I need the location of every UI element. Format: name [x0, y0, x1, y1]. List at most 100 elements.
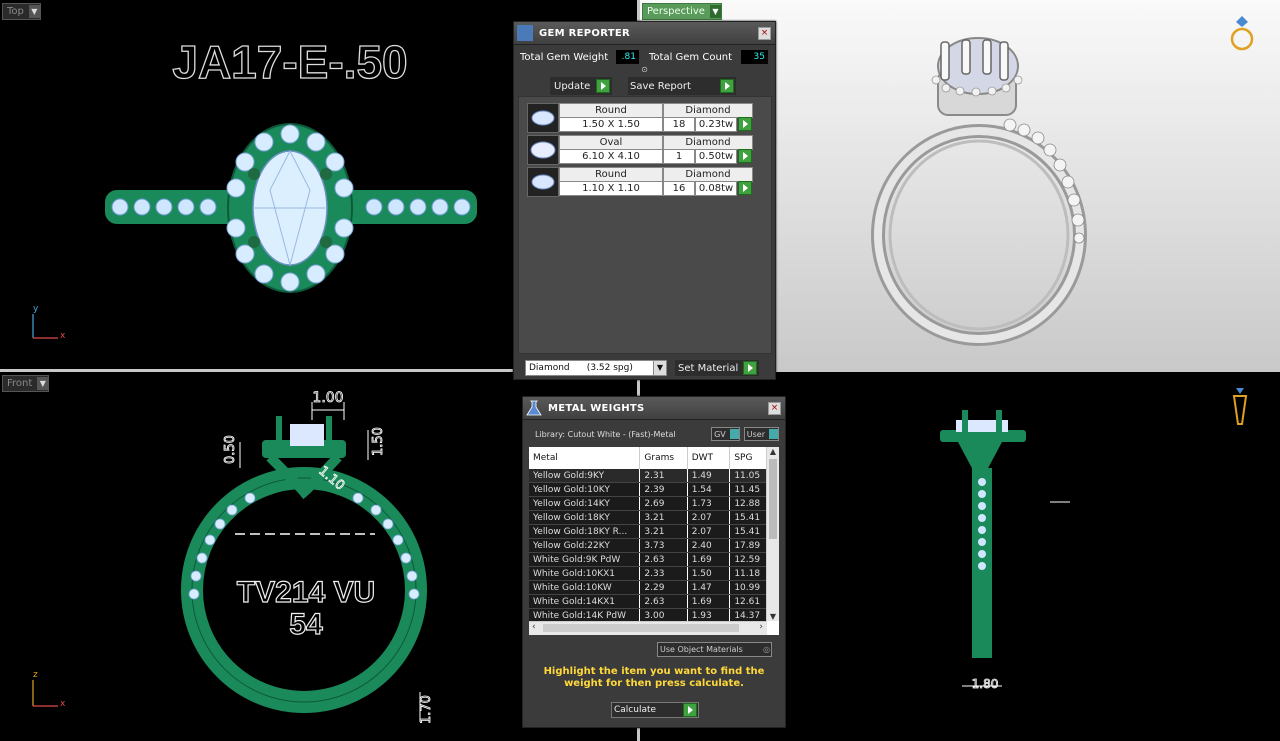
- grams: 2.29: [639, 580, 688, 595]
- gem-shape: Round: [559, 167, 663, 182]
- gem-size: 1.50 X 1.50: [559, 117, 663, 132]
- top-title-text: JA17-E-.50: [172, 36, 407, 88]
- gem-row[interactable]: Oval Diamond 6.10 X 4.10 1 0.50tw: [527, 135, 753, 165]
- total-gem-weight-label: Total Gem Weight: [520, 51, 609, 63]
- scroll-right-icon[interactable]: ›: [759, 622, 763, 632]
- col-header-metal[interactable]: Metal: [529, 447, 641, 469]
- gem-weight: 0.08tw: [695, 181, 737, 196]
- table-row[interactable]: Yellow Gold:22KY 3.73 2.40 17.89: [529, 538, 767, 553]
- scroll-left-icon[interactable]: ‹: [532, 622, 536, 632]
- horizontal-scrollbar[interactable]: ‹ ›: [529, 621, 767, 635]
- axis-x-label: x: [60, 331, 66, 341]
- table-row[interactable]: Yellow Gold:9KY 2.31 1.49 11.05: [529, 469, 767, 483]
- gem-type: Diamond: [663, 167, 753, 182]
- total-gem-count-label: Total Gem Count: [649, 51, 733, 63]
- table-row[interactable]: White Gold:10KX1 2.33 1.50 11.18: [529, 566, 767, 581]
- use-object-materials-label: Use Object Materials: [660, 645, 743, 654]
- spg: 15.41: [729, 524, 767, 539]
- gem-row[interactable]: Round Diamond 1.50 X 1.50 18 0.23tw: [527, 103, 753, 133]
- grams: 2.63: [639, 594, 688, 609]
- dim-bottom: 1.70: [419, 695, 434, 724]
- vertical-scrollbar[interactable]: ▲ ▼: [766, 447, 779, 621]
- play-icon: [720, 79, 734, 93]
- metal-weights-panel: METAL WEIGHTS × Library: Cutout White - …: [522, 396, 786, 728]
- spg: 12.88: [729, 496, 767, 511]
- chevron-down-icon[interactable]: ▼: [653, 361, 666, 375]
- play-icon: [683, 703, 697, 717]
- gem-reporter-panel: GEM REPORTER × Total Gem Weight .81 Tota…: [513, 21, 776, 380]
- user-toggle[interactable]: User: [743, 427, 779, 441]
- col-header-grams[interactable]: Grams: [639, 447, 688, 469]
- gem-weight: 0.50tw: [695, 149, 737, 164]
- play-icon[interactable]: [738, 149, 752, 163]
- update-button[interactable]: Update: [550, 77, 612, 95]
- save-report-button[interactable]: Save Report: [628, 77, 736, 95]
- info-icon: [729, 429, 739, 439]
- scroll-up-icon[interactable]: ▲: [767, 447, 779, 456]
- metal-name: Yellow Gold:10KY: [529, 482, 641, 497]
- hint-text: Highlight the item you want to find the …: [543, 666, 765, 689]
- gem-count: 1: [663, 149, 695, 164]
- gem-round-icon: [527, 167, 559, 197]
- metal-table-container[interactable]: Metal Grams DWT SPG Yellow Gold:9KY 2.31 1…: [529, 447, 779, 635]
- table-row[interactable]: Yellow Gold:18KY R... 3.21 2.07 15.41: [529, 524, 767, 539]
- table-row[interactable]: White Gold:14KX1 2.63 1.69 12.61: [529, 594, 767, 609]
- metal-name: Yellow Gold:22KY: [529, 538, 641, 553]
- calculate-button[interactable]: Calculate: [611, 702, 699, 718]
- set-material-label: Set Material: [678, 362, 739, 374]
- table-row[interactable]: Yellow Gold:10KY 2.39 1.54 11.45: [529, 482, 767, 497]
- collapse-handle[interactable]: ⊙: [514, 66, 775, 74]
- metal-name: Yellow Gold:14KY: [529, 496, 641, 511]
- table-row[interactable]: White Gold:10KW 2.29 1.47 10.99: [529, 580, 767, 595]
- play-icon[interactable]: [738, 181, 752, 195]
- col-header-spg[interactable]: SPG: [729, 447, 767, 469]
- metal-name: Yellow Gold:18KY R...: [529, 524, 641, 539]
- material-select[interactable]: Diamond (3.52 spg) ▼: [525, 360, 667, 376]
- dim-right-height: 1.50: [371, 427, 386, 456]
- scroll-down-icon[interactable]: ▼: [767, 612, 779, 621]
- spg: 11.18: [729, 566, 767, 581]
- gem-row[interactable]: Round Diamond 1.10 X 1.10 16 0.08tw: [527, 167, 753, 197]
- play-icon: [596, 79, 610, 93]
- close-icon[interactable]: ×: [758, 26, 771, 40]
- hscroll-thumb[interactable]: [543, 624, 739, 632]
- dwt: 1.49: [687, 469, 731, 483]
- spg: 11.45: [729, 482, 767, 497]
- metal-weights-titlebar[interactable]: METAL WEIGHTS ×: [523, 397, 785, 420]
- gem-round-icon: [527, 103, 559, 133]
- save-report-button-label: Save Report: [630, 80, 691, 92]
- gem-reporter-titlebar[interactable]: GEM REPORTER ×: [514, 22, 775, 45]
- play-icon[interactable]: [738, 117, 752, 131]
- side-dim-bottom: 1.80: [972, 677, 999, 691]
- spg: 17.89: [729, 538, 767, 553]
- info-icon: [769, 429, 778, 439]
- use-object-materials-select[interactable]: Use Object Materials ◎: [657, 642, 772, 657]
- table-row[interactable]: Yellow Gold:18KY 3.21 2.07 15.41: [529, 510, 767, 525]
- gem-type: Diamond: [663, 135, 753, 150]
- axis-x-label-front: x: [60, 699, 66, 709]
- grams: 2.69: [639, 496, 688, 511]
- grams: 2.63: [639, 552, 688, 567]
- gem-reporter-title: GEM REPORTER: [539, 27, 631, 39]
- table-row[interactable]: White Gold:9K PdW 2.63 1.69 12.59: [529, 552, 767, 567]
- gv-toggle[interactable]: GV: [711, 427, 740, 441]
- scroll-thumb[interactable]: [769, 459, 777, 539]
- gem-type: Diamond: [663, 103, 753, 118]
- gem-icon: [517, 25, 533, 41]
- spg: 10.99: [729, 580, 767, 595]
- metal-name: White Gold:9K PdW: [529, 552, 641, 567]
- settings-icon: ◎: [763, 645, 770, 654]
- dwt: 1.73: [687, 496, 731, 511]
- table-row[interactable]: Yellow Gold:14KY 2.69 1.73 12.88: [529, 496, 767, 511]
- gem-count: 16: [663, 181, 695, 196]
- close-icon[interactable]: ×: [768, 401, 781, 415]
- col-header-dwt[interactable]: DWT: [687, 447, 731, 469]
- gem-weight: 0.23tw: [695, 117, 737, 132]
- grams: 3.21: [639, 524, 688, 539]
- gem-shape: Round: [559, 103, 663, 118]
- gem-oval-icon: [527, 135, 559, 165]
- set-material-button[interactable]: Set Material: [675, 360, 759, 376]
- grams: 2.31: [639, 469, 688, 483]
- gv-label: GV: [714, 429, 726, 439]
- metal-weights-title: METAL WEIGHTS: [548, 402, 645, 414]
